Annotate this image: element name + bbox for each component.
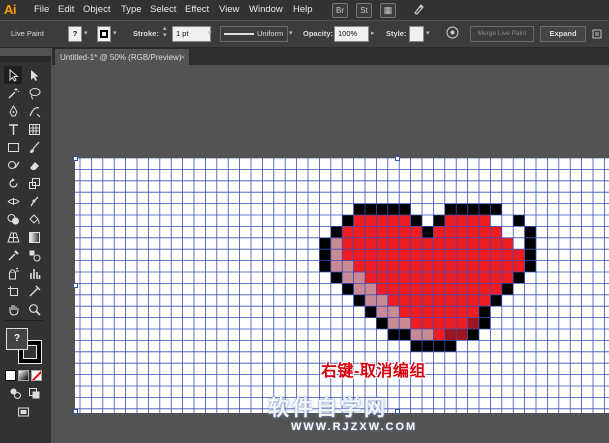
pen-tool-icon[interactable] [4,102,22,120]
tools-panel: ? [0,62,51,443]
menu-effect[interactable]: Effect [185,4,209,15]
stroke-dropdown-icon[interactable]: ▾ [113,29,117,37]
opacity-input[interactable]: 100% [334,26,369,42]
fill-swatch[interactable]: ? [68,26,82,42]
menu-edit[interactable]: Edit [58,4,74,15]
menu-help[interactable]: Help [293,4,313,15]
watermark-title: 软件自学网 [268,397,388,420]
width-tool-icon[interactable] [4,192,22,210]
menu-select[interactable]: Select [150,4,176,15]
slice-tool-icon[interactable] [25,282,43,300]
eyedropper-tool-icon[interactable] [4,246,22,264]
app-logo: Ai [4,2,17,17]
artboard-tool-icon[interactable] [4,282,22,300]
stroke-swatch[interactable] [97,26,111,42]
stroke-profile-value: Uniform [257,29,284,38]
bounding-handle-middle-left[interactable] [73,283,78,288]
live-paint-bucket-tool-icon[interactable] [25,210,43,228]
style-label: Style: [386,29,407,38]
menu-view[interactable]: View [219,4,239,15]
type-tool-icon[interactable] [4,120,22,138]
perspective-grid-tool-icon[interactable] [4,228,22,246]
menu-type[interactable]: Type [121,4,142,15]
selection-tool-icon[interactable] [4,66,22,84]
recolor-artwork-icon[interactable] [446,26,459,44]
rectangle-tool-icon[interactable] [4,138,22,156]
bounding-handle-bottom-center[interactable] [395,409,400,414]
bounding-handle-top-center[interactable] [395,156,400,161]
stroke-weight-input[interactable]: 1 pt [172,26,211,42]
scale-tool-icon[interactable] [25,174,43,192]
bridge-button[interactable]: Br [332,3,348,18]
style-dropdown-icon[interactable]: ▾ [426,29,430,37]
profile-dropdown-icon[interactable]: ▾ [289,29,293,37]
puppet-warp-tool-icon[interactable] [25,192,43,210]
column-graph-tool-icon[interactable] [25,264,43,282]
menu-bar: Ai File Edit Object Type Select Effect V… [0,0,609,20]
color-mode-icon[interactable] [5,370,16,381]
zoom-tool-icon[interactable] [25,300,43,318]
direct-selection-tool-icon[interactable] [25,66,43,84]
eraser-tool-icon[interactable] [25,156,43,174]
document-tab[interactable]: Untitled-1* @ 50% (RGB/Preview) × [54,48,190,65]
shaper-tool-icon[interactable] [4,156,22,174]
watermark-url: WWW.RJZXW.COM [291,421,418,433]
gradient-mode-icon[interactable] [18,370,29,381]
style-swatch[interactable] [409,26,424,42]
lasso-tool-icon[interactable] [25,84,43,102]
symbol-sprayer-tool-icon[interactable] [4,264,22,282]
opacity-dropdown-icon[interactable]: ▸ [371,29,375,37]
none-mode-icon[interactable] [31,370,42,381]
blend-tool-icon[interactable] [25,246,43,264]
fill-stroke-widget[interactable]: ? [6,328,46,368]
expand-button[interactable]: Expand [540,26,586,42]
stock-button[interactable]: St [356,3,372,18]
merge-live-paint-button[interactable]: Merge Live Paint [470,26,534,42]
bounding-handle-top-left[interactable] [73,156,78,161]
close-tab-icon[interactable]: × [180,49,185,66]
gradient-tool-icon[interactable] [25,228,43,246]
magic-wand-tool-icon[interactable] [4,84,22,102]
opacity-label: Opacity: [303,29,334,38]
fill-color-swatch[interactable]: ? [6,328,28,350]
stroke-profile-select[interactable]: Uniform [220,26,288,42]
document-tab-title: Untitled-1* @ 50% (RGB/Preview) [60,53,182,62]
workspace-grid-icon[interactable]: ▦ [380,3,396,18]
stroke-weight-dropdown-icon[interactable]: ▾ [208,29,212,37]
mode-label: Live Paint [11,29,44,38]
draw-inside-icon[interactable] [25,384,43,402]
instruction-caption: 右键-取消编组 [321,363,426,380]
screen-mode-icon[interactable] [14,402,32,420]
toolbar-divider [4,320,44,321]
hand-tool-icon[interactable] [4,300,22,318]
menu-object[interactable]: Object [83,4,110,15]
rotate-tool-icon[interactable] [4,174,22,192]
table-grid-tool-icon[interactable] [25,120,43,138]
panel-menu-icon[interactable] [592,27,602,39]
shape-builder-tool-icon[interactable] [4,210,22,228]
fill-dropdown-icon[interactable]: ▾ [84,29,88,37]
menu-file[interactable]: File [34,4,49,15]
drawing-mode-icon[interactable] [6,384,24,402]
gpu-rocket-icon[interactable] [412,2,426,21]
control-bar: Live Paint ? ▾ ▾ Stroke: ▴ ▾ 1 pt ▾ Unifo… [0,21,609,48]
menu-window[interactable]: Window [249,4,283,15]
curvature-tool-icon[interactable] [25,102,43,120]
stroke-label: Stroke: [133,29,159,38]
bounding-handle-bottom-left[interactable] [73,409,78,414]
paintbrush-tool-icon[interactable] [25,138,43,156]
stroke-weight-stepper-icon[interactable]: ▴ ▾ [163,25,167,39]
